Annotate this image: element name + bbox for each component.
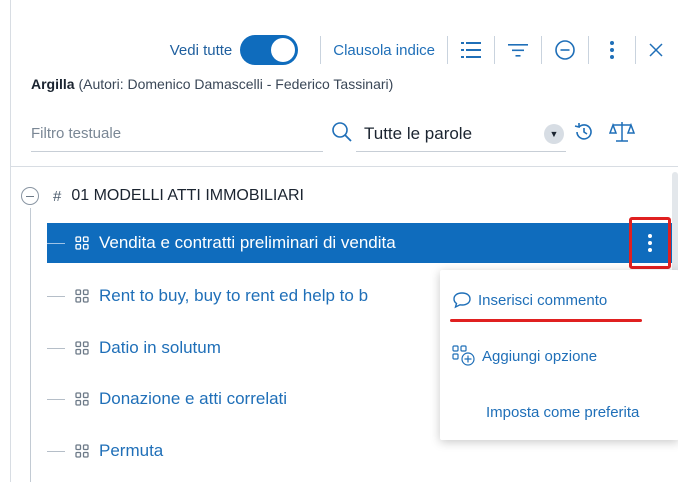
toolbar-divider (635, 36, 636, 64)
tree-item-label: Permuta (99, 441, 164, 460)
toolbar-divider (588, 36, 589, 64)
panel-toolbar: Vedi tutte Clausola indice (170, 30, 678, 70)
header-divider (11, 166, 678, 167)
text-filter-input[interactable] (31, 116, 323, 152)
filter-icon[interactable] (507, 39, 529, 61)
toolbar-divider (320, 36, 322, 64)
menu-item-add-option[interactable]: Aggiungi opzione (452, 342, 597, 370)
search-mode-select[interactable]: Tutte le parole ▼ (356, 116, 566, 152)
search-icon[interactable] (331, 121, 353, 148)
more-vertical-icon (648, 234, 652, 252)
menu-item-label: Inserisci commento (478, 291, 608, 309)
tree-item-rent-to-buy[interactable]: Rent to buy, buy to rent ed help to b (47, 276, 368, 316)
menu-item-label: Aggiungi opzione (482, 347, 598, 365)
grid-icon (75, 289, 89, 303)
balance-scale-icon[interactable] (608, 120, 636, 149)
toolbar-divider (541, 36, 542, 64)
add-option-icon (452, 345, 476, 367)
tree-item-permuta[interactable]: Permuta (47, 431, 163, 471)
highlight-underline (450, 319, 642, 322)
comment-icon (452, 291, 472, 309)
tree-connector (47, 347, 65, 349)
collapse-icon[interactable] (21, 187, 39, 205)
chevron-down-icon[interactable]: ▼ (544, 123, 564, 144)
grid-icon (75, 392, 89, 406)
list-icon[interactable] (460, 39, 482, 61)
history-icon[interactable] (573, 121, 595, 148)
document-name: Argilla (31, 76, 75, 92)
tree-connector (47, 242, 65, 244)
grid-icon (75, 341, 89, 355)
item-context-menu: Inserisci commento Aggiungi opzione Impo… (440, 270, 678, 440)
menu-item-label: Imposta come preferita (486, 403, 640, 421)
search-mode-value: Tutte le parole (364, 123, 473, 143)
show-all-toggle[interactable] (240, 35, 299, 65)
toolbar-divider (494, 36, 495, 64)
tree-item-label: Vendita e contratti preliminari di vendi… (99, 233, 396, 252)
tree-item-label: Datio in solutum (99, 338, 221, 357)
tree-guide-line (30, 208, 31, 482)
grid-icon (75, 444, 89, 458)
tree-root-label: 01 MODELLI ATTI IMMOBILIARI (71, 187, 304, 204)
document-title: Argilla (Autori: Domenico Damascelli - F… (31, 76, 393, 92)
item-more-button[interactable] (629, 217, 671, 269)
show-all-label: Vedi tutte (169, 41, 233, 59)
tree-root-node[interactable]: # 01 MODELLI ATTI IMMOBILIARI (21, 180, 304, 212)
tree-item-label: Donazione e atti correlati (99, 389, 288, 408)
tree-item-vendita[interactable]: Vendita e contratti preliminari di vendi… (47, 223, 673, 263)
toolbar-divider (447, 36, 448, 64)
minus-circle-icon[interactable] (554, 39, 576, 61)
tree-connector (47, 295, 65, 297)
tree-connector (47, 398, 65, 400)
close-icon[interactable] (648, 34, 664, 66)
menu-item-set-favorite[interactable]: Imposta come preferita (486, 398, 639, 426)
grid-icon (75, 236, 89, 250)
hash-icon: # (53, 187, 62, 205)
clause-index-button[interactable]: Clausola indice (333, 34, 435, 66)
menu-item-insert-comment[interactable]: Inserisci commento (452, 286, 607, 314)
tree-item-datio[interactable]: Datio in solutum (47, 328, 221, 368)
tree-item-label: Rent to buy, buy to rent ed help to b (99, 286, 369, 305)
document-authors: (Autori: Domenico Damascelli - Federico … (78, 76, 394, 92)
clauses-panel: Vedi tutte Clausola indice Argilla (Auto… (10, 0, 678, 482)
more-vertical-icon[interactable] (601, 39, 623, 61)
tree-item-donazione[interactable]: Donazione e atti correlati (47, 379, 287, 419)
tree-connector (47, 450, 65, 452)
